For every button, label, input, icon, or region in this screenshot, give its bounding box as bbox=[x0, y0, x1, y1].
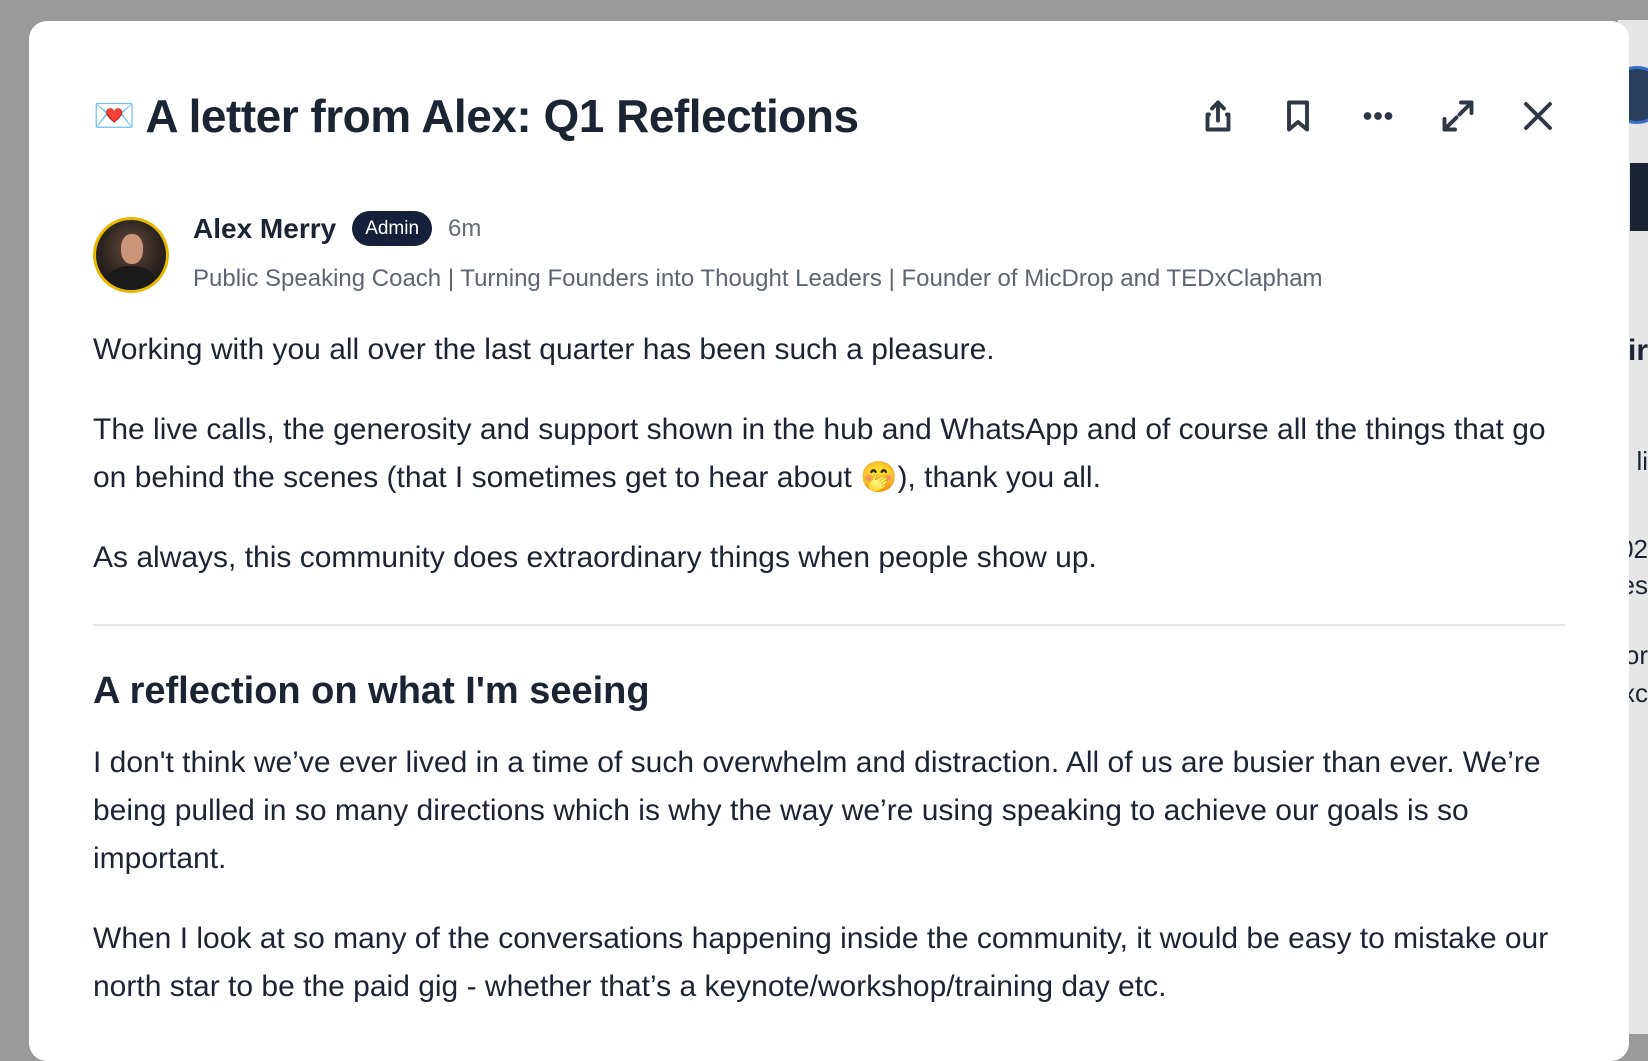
paragraph: I don't think we’ve ever lived in a time… bbox=[93, 746, 1541, 875]
post-modal: 💌 A letter from Alex: Q1 Reflections Ale… bbox=[29, 21, 1629, 1061]
divider bbox=[93, 624, 1565, 626]
post-body: Working with you all over the last quart… bbox=[93, 326, 1565, 1043]
more-options-button[interactable] bbox=[1353, 91, 1403, 141]
expand-button[interactable] bbox=[1433, 91, 1483, 141]
paragraph: Working with you all over the last quart… bbox=[93, 333, 995, 366]
post-actions bbox=[1163, 91, 1563, 141]
paragraph: As always, this community does extraordi… bbox=[93, 541, 1097, 574]
close-button[interactable] bbox=[1513, 91, 1563, 141]
post-header: 💌 A letter from Alex: Q1 Reflections bbox=[93, 83, 1565, 149]
author-block: Alex Merry Admin 6m Public Speaking Coac… bbox=[93, 199, 1565, 299]
avatar-photo bbox=[96, 220, 166, 290]
background-text: ir bbox=[1627, 334, 1648, 367]
expand-icon bbox=[1442, 100, 1474, 132]
background-text: li bbox=[1636, 446, 1648, 476]
letter-emoji: 💌 bbox=[93, 97, 136, 135]
author-line: Alex Merry Admin 6m bbox=[193, 211, 481, 246]
bookmark-icon bbox=[1287, 100, 1309, 132]
post-timestamp[interactable]: 6m bbox=[448, 215, 481, 243]
share-icon bbox=[1205, 100, 1231, 132]
paragraph: When I look at so many of the conversati… bbox=[93, 922, 1549, 1003]
admin-badge: Admin bbox=[352, 211, 433, 246]
author-name[interactable]: Alex Merry bbox=[193, 213, 336, 245]
post-title: A letter from Alex: Q1 Reflections bbox=[145, 90, 859, 142]
close-icon bbox=[1524, 102, 1552, 130]
avatar[interactable] bbox=[93, 217, 169, 293]
more-icon bbox=[1363, 112, 1393, 120]
share-button[interactable] bbox=[1193, 91, 1243, 141]
bookmark-button[interactable] bbox=[1273, 91, 1323, 141]
paragraph: The live calls, the generosity and suppo… bbox=[93, 413, 1546, 494]
section-heading: A reflection on what I'm seeing bbox=[93, 670, 650, 712]
background-image bbox=[1630, 163, 1648, 231]
author-headline: Public Speaking Coach | Turning Founders… bbox=[193, 265, 1323, 292]
